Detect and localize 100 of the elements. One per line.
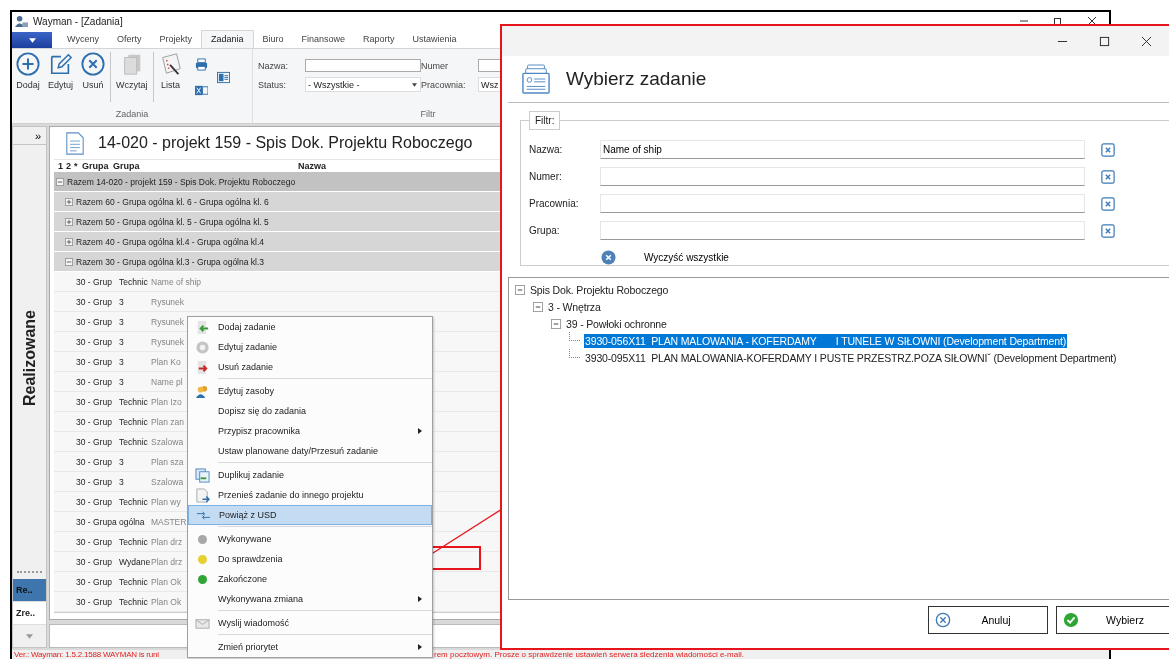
- table-cell: Plan sza: [151, 456, 184, 467]
- menu-item[interactable]: Zakończone: [188, 569, 432, 589]
- menu-item[interactable]: Edytuj zadanie: [188, 337, 432, 357]
- clear-icon[interactable]: [1101, 169, 1115, 184]
- ribbon-button[interactable]: Edytuj: [44, 52, 77, 90]
- table-cell-text: Technic: [119, 436, 149, 447]
- select-button[interactable]: Wybierz: [1056, 606, 1169, 634]
- ribbon-button[interactable]: Lista: [154, 52, 187, 90]
- clear-icon[interactable]: [1101, 223, 1115, 238]
- document-arrow-icon: [194, 487, 210, 503]
- expander-icon[interactable]: [56, 177, 64, 186]
- column-header[interactable]: Grupa: [82, 161, 113, 172]
- table-cell-text: 30 - Grup: [76, 576, 113, 587]
- collapse-icon[interactable]: [515, 284, 525, 295]
- cancel-button[interactable]: Anuluj: [928, 606, 1048, 634]
- menu-item[interactable]: Przenieś zadanie do innego projektu: [188, 485, 432, 505]
- tree-item[interactable]: Spis Dok. Projektu Roboczego: [529, 282, 670, 297]
- group-row-label: Razem 14-020 - projekt 159 - Spis Dok. Projektu Roboczego: [67, 176, 296, 187]
- caret-icon[interactable]: [26, 633, 33, 639]
- ribbon-button[interactable]: Wczytaj: [112, 52, 152, 90]
- menu-item[interactable]: Wyslij wiadomość: [188, 613, 432, 633]
- caret-icon: [28, 37, 36, 43]
- menu-item[interactable]: Usuń zadanie: [188, 357, 432, 377]
- group-label: Filtr:: [529, 111, 561, 130]
- table-cell-text: 30 - Grup: [76, 556, 113, 567]
- table-cell-text: 30 - Grup: [76, 536, 113, 547]
- table-cell-text: Technic: [119, 596, 149, 607]
- sidebar-tab[interactable]: Zre..: [13, 602, 46, 625]
- field-label: Nazwa:: [529, 144, 564, 155]
- ribbon-button[interactable]: Usuń: [77, 52, 109, 90]
- people-icon: [194, 383, 210, 399]
- printer-icon[interactable]: [194, 58, 208, 71]
- table-cell: Name pl: [151, 376, 183, 387]
- ribbon-tab[interactable]: Ustawienia: [403, 31, 466, 48]
- window-title: Wayman - [Zadania]: [33, 15, 123, 27]
- field-label: Nazwa:: [258, 60, 289, 71]
- tree-item[interactable]: 3 - Wnętrza: [547, 299, 602, 314]
- checkmark-icon: [1063, 612, 1079, 628]
- input-field[interactable]: [305, 59, 421, 72]
- table-cell-text: 30 - Grup: [76, 436, 113, 447]
- menu-item[interactable]: Dopisz się do zadania: [188, 401, 432, 421]
- field-label: Pracownia:: [529, 198, 580, 209]
- status-text: rem pocztowym. Prosze o sprawdzenie ustawień serwera śledzenia wiadomości e-mail.: [434, 650, 744, 659]
- application-menu-button[interactable]: [12, 32, 52, 48]
- expander-icon[interactable]: [65, 237, 73, 246]
- menu-item[interactable]: Przypisz pracownika: [188, 421, 432, 441]
- sidebar-tab[interactable]: Re..: [13, 579, 46, 602]
- menu-item[interactable]: Powiąż z USD: [188, 505, 432, 525]
- clear-icon[interactable]: [1101, 142, 1115, 157]
- expander-icon[interactable]: [65, 217, 73, 226]
- collapse-icon[interactable]: [551, 318, 561, 329]
- menu-item[interactable]: Do sprawdzenia: [188, 549, 432, 569]
- menu-item[interactable]: Dodaj zadanie: [188, 317, 432, 337]
- column-header[interactable]: Grupa: [113, 161, 147, 172]
- group-label: Filtr: [420, 109, 436, 121]
- ribbon-tab[interactable]: Zadania: [200, 30, 254, 48]
- plus-icon: [16, 52, 40, 76]
- menu-item[interactable]: Ustaw planowane daty/Przesuń zadanie: [188, 441, 432, 461]
- table-cell: Szalowa: [151, 436, 184, 447]
- spreadsheet-icon[interactable]: [194, 84, 208, 97]
- table-cell: Wydane: [119, 556, 151, 567]
- table-cell-text: 30 - Grup: [76, 276, 113, 287]
- table-cell: Rysunek: [151, 296, 185, 307]
- clear-icon[interactable]: [1101, 196, 1115, 211]
- group-row-label: Razem 50 - Grupa ogólna kl. 5 - Grupa ogólna kl. 5: [76, 216, 269, 227]
- tree-item[interactable]: 3930-056X11 PLAN MALOWANIA - KOFERDAMY I TUNELE W SIŁOWNI (Development Department): [584, 333, 1068, 348]
- ribbon-tab[interactable]: Raporty: [354, 31, 404, 48]
- tree-item[interactable]: 3930-095X11 PLAN MALOWANIA-KOFERDAMY I PUSTE PRZESTRZ.POZA SIŁOWNIˇ (Development Department): [584, 350, 1118, 365]
- tree-item[interactable]: 39 - Powłoki ochronne: [565, 316, 668, 331]
- close-icon[interactable]: [1141, 35, 1152, 47]
- table-cell-text: 30 - Grup: [76, 336, 113, 347]
- ribbon-tab[interactable]: Finansowe: [292, 31, 355, 48]
- column-header[interactable]: 1: [58, 161, 66, 172]
- menu-item[interactable]: Zmień priorytet: [188, 637, 432, 657]
- column-header[interactable]: Nazwa: [147, 161, 477, 172]
- expander-icon[interactable]: [65, 257, 73, 266]
- document-icon[interactable]: [216, 71, 230, 84]
- menu-item[interactable]: Wykonywane: [188, 529, 432, 549]
- close-icon[interactable]: [1087, 16, 1097, 26]
- menu-item[interactable]: Edytuj zasoby: [188, 381, 432, 401]
- input-field[interactable]: Name of ship: [600, 140, 1085, 159]
- expander-icon[interactable]: [65, 197, 73, 206]
- table-cell-text: Technic: [119, 576, 149, 587]
- maximize-icon[interactable]: [1099, 35, 1110, 47]
- duplicate-icon: [194, 467, 210, 483]
- ribbon-tab[interactable]: Oferty: [107, 31, 151, 48]
- group-row-label: Razem 30 - Grupa ogólna kl.3 - Grupa ogólna kl.3: [76, 256, 265, 267]
- ribbon-tab[interactable]: Wyceny: [58, 31, 108, 48]
- dropdown[interactable]: - Wszystkie -: [305, 77, 421, 92]
- column-header[interactable]: 2: [66, 161, 74, 172]
- ribbon-tab[interactable]: Projekty: [150, 31, 201, 48]
- menu-item[interactable]: Duplikuj zadanie: [188, 465, 432, 485]
- column-header[interactable]: *: [74, 161, 82, 172]
- clear-all-button[interactable]: Wyczyść wszystkie: [601, 250, 729, 265]
- table-cell-text: 3: [119, 376, 125, 387]
- menu-item[interactable]: Wykonywana zmiana: [188, 589, 432, 609]
- ribbon-tab[interactable]: Biuro: [253, 31, 293, 48]
- collapse-icon[interactable]: [533, 301, 543, 312]
- ribbon-button[interactable]: Dodaj: [12, 52, 44, 90]
- table-cell-text: ogólna: [119, 516, 146, 527]
